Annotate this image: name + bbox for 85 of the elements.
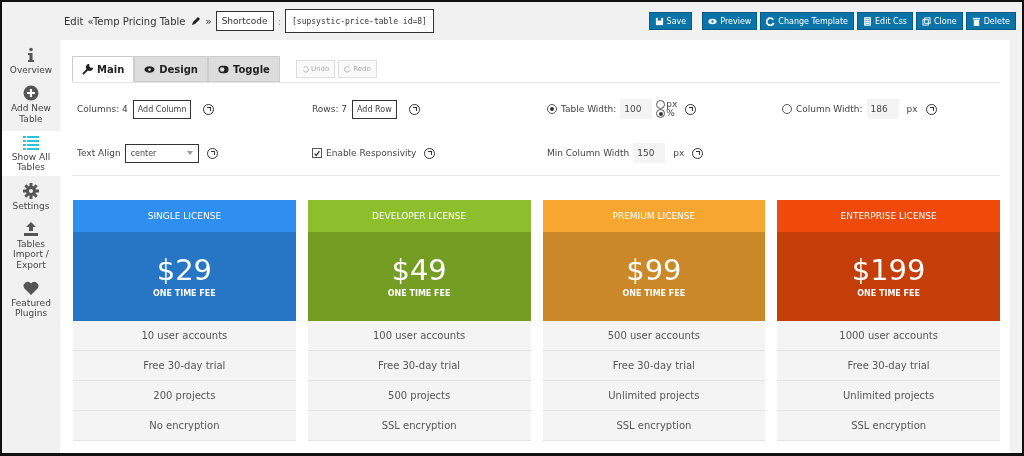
- feature-row: Free 30-day trial: [777, 351, 1000, 381]
- min-column-width-field[interactable]: 150: [633, 143, 666, 163]
- fee-label: ONE TIME FEE: [857, 289, 920, 299]
- toolbar-button[interactable]: Clone: [916, 12, 963, 30]
- separator: :: [277, 15, 282, 27]
- table-width-field[interactable]: 100: [620, 99, 653, 119]
- undo-icon: [301, 65, 309, 73]
- list-icon: [23, 134, 39, 151]
- plan-header: DEVELOPER LICENSE: [307, 200, 531, 232]
- table-width-label: Table Width:: [561, 104, 617, 114]
- trash-icon: [971, 16, 981, 26]
- feature-row: Free 30-day trial: [542, 351, 766, 381]
- sidebar-item[interactable]: Add New Table: [2, 82, 60, 128]
- unit-label: px: [906, 104, 918, 114]
- feature-row: 500 user accounts: [542, 321, 766, 351]
- table-name: «Temp Pricing Table: [87, 15, 186, 27]
- title-bracket: »: [205, 15, 212, 27]
- wrench-icon: [82, 63, 93, 75]
- pencil-icon[interactable]: [190, 16, 201, 26]
- text-align-label: Text Align: [77, 148, 121, 158]
- text-align-select[interactable]: center: [124, 143, 199, 163]
- plus-circle-icon: [23, 85, 39, 102]
- gear-icon: [23, 182, 39, 199]
- column-width-label: Column Width:: [796, 104, 863, 114]
- sidebar-item[interactable]: Tables Import / Export: [2, 218, 60, 274]
- sidebar-item[interactable]: Show All Tables: [2, 131, 60, 176]
- eye-icon: [708, 16, 718, 26]
- plan-header: SINGLE LICENSE: [73, 200, 296, 232]
- upload-icon: [23, 221, 39, 238]
- feature-row: SSL encryption: [542, 411, 766, 441]
- save-icon: [654, 16, 664, 26]
- fee-label: ONE TIME FEE: [152, 289, 216, 299]
- feature-row: SSL encryption: [777, 411, 1000, 441]
- file-icon: [863, 16, 873, 26]
- shortcode-select[interactable]: Shortcode: [215, 11, 274, 31]
- min-column-width-label: Min Column Width: [547, 148, 630, 158]
- plan-price: $49: [391, 254, 447, 287]
- feature-row: 500 projects: [307, 381, 531, 411]
- feature-row: Free 30-day trial: [307, 351, 531, 381]
- fee-label: ONE TIME FEE: [622, 289, 686, 299]
- plan-price: $29: [156, 254, 213, 287]
- toolbar-button[interactable]: Save: [648, 12, 693, 30]
- edit-label: Edit: [64, 15, 84, 27]
- plan-price: $99: [626, 254, 682, 287]
- feature-row: Free 30-day trial: [73, 351, 296, 381]
- tab[interactable]: Main: [72, 56, 135, 82]
- fee-label: ONE TIME FEE: [387, 289, 451, 299]
- refresh-icon: [766, 16, 776, 26]
- sidebar-item[interactable]: Overview: [2, 44, 60, 79]
- unit-label: %: [666, 109, 675, 118]
- tab[interactable]: Toggle: [208, 56, 280, 82]
- plan-price: $199: [851, 254, 926, 287]
- tab[interactable]: Design: [134, 56, 208, 82]
- eye-icon: [144, 63, 156, 75]
- plan-header: ENTERPRISE LICENSE: [777, 200, 1000, 232]
- unit-label: px: [673, 148, 685, 158]
- feature-row: No encryption: [73, 411, 296, 441]
- shortcode-field[interactable]: [supsystic-price-table id=8]: [285, 9, 434, 33]
- toolbar-button[interactable]: Change Template: [760, 12, 855, 30]
- add-row-button[interactable]: Add Row: [352, 99, 397, 119]
- add-column-button[interactable]: Add Column: [132, 99, 192, 119]
- unit-label: px: [666, 100, 678, 109]
- caret-icon: [186, 151, 193, 155]
- feature-row: SSL encryption: [307, 411, 531, 441]
- column-width-field[interactable]: 186: [866, 99, 899, 119]
- clone-icon: [922, 16, 931, 26]
- plan-header: PREMIUM LICENSE: [542, 200, 766, 232]
- feature-row: 10 user accounts: [73, 321, 296, 351]
- feature-row: Unlimited projects: [777, 381, 1000, 411]
- columns-count: Columns: 4: [77, 104, 128, 114]
- feature-row: 200 projects: [73, 381, 296, 411]
- heart-icon: [23, 280, 39, 297]
- rows-count: Rows: 7: [312, 104, 348, 114]
- toolbar-button[interactable]: Preview: [702, 12, 758, 30]
- toggle-icon: [218, 63, 229, 75]
- toolbar-button[interactable]: Edit Css: [857, 12, 913, 30]
- responsivity-label: Enable Responsivity: [326, 148, 417, 158]
- feature-row: 100 user accounts: [307, 321, 531, 351]
- redo-icon: [344, 65, 352, 73]
- toolbar-button[interactable]: Delete: [965, 12, 1016, 30]
- sidebar-item[interactable]: Settings: [2, 179, 60, 215]
- feature-row: Unlimited projects: [542, 381, 766, 411]
- feature-row: 1000 user accounts: [777, 321, 1000, 351]
- sidebar-item[interactable]: Featured Plugins: [2, 277, 60, 322]
- checkbox[interactable]: [312, 148, 322, 158]
